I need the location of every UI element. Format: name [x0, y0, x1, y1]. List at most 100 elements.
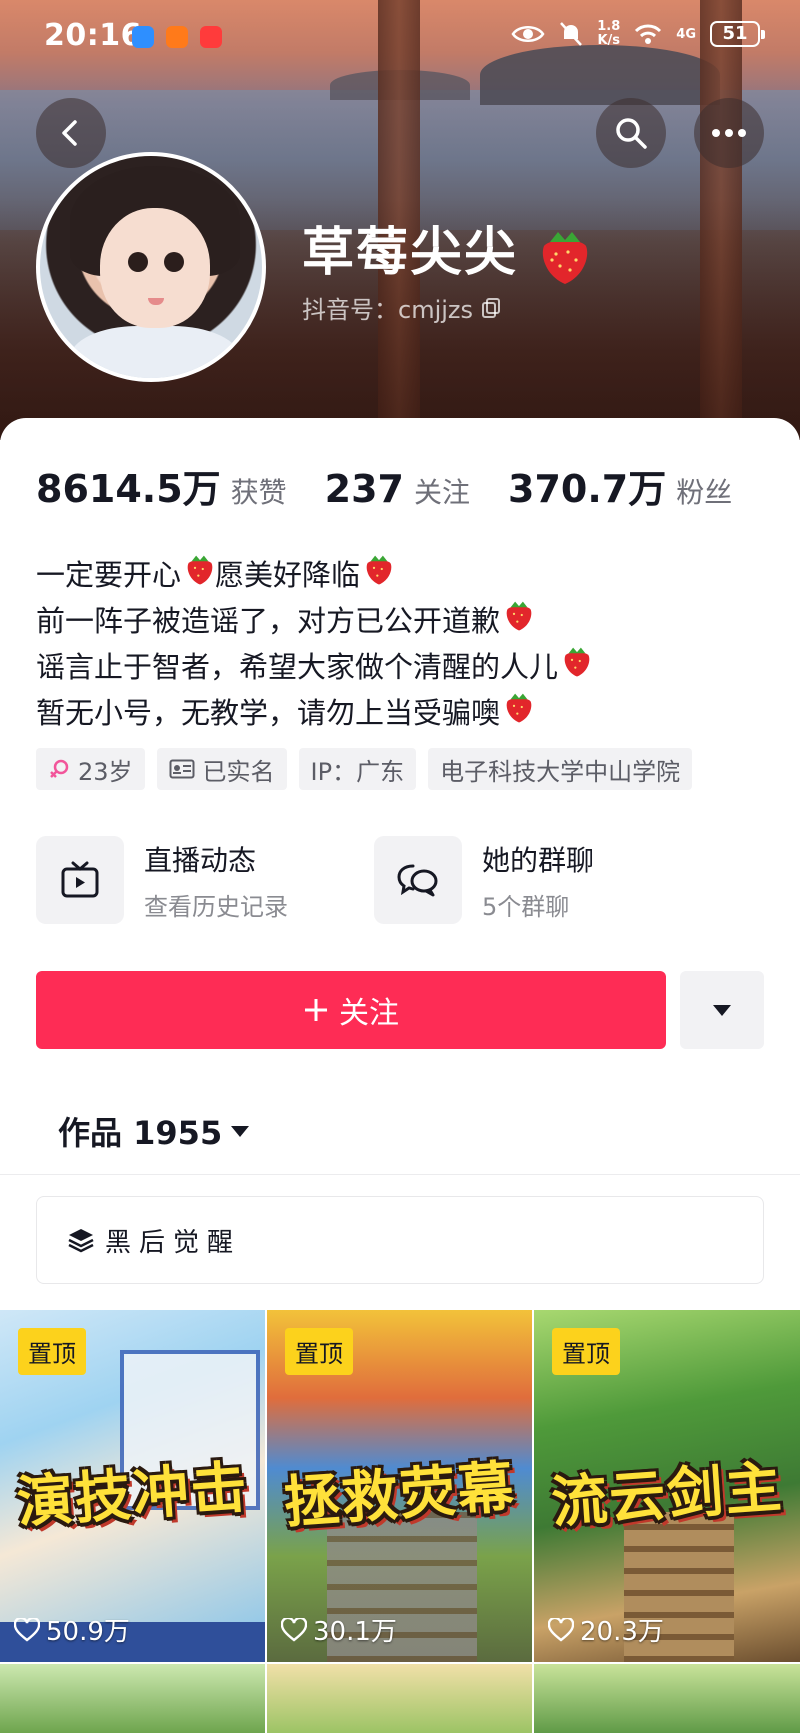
eye-icon — [511, 26, 545, 42]
recommend-dropdown-button[interactable] — [680, 971, 764, 1049]
heart-icon — [548, 1617, 574, 1642]
bio-line: 暂无小号，无教学，请勿上当受骗噢 — [36, 690, 592, 736]
verified-tag: 已实名 — [156, 748, 287, 790]
video-likes-count: 30.1万 — [313, 1617, 397, 1647]
battery-indicator: 51 — [710, 21, 765, 47]
caret-down-icon — [231, 1126, 250, 1137]
chat-bubbles-icon — [397, 864, 438, 897]
douyin-id[interactable]: 抖音号：cmjjzs — [302, 290, 501, 325]
group-subtitle: 5个群聊 — [482, 892, 570, 921]
live-history-entry[interactable]: 直播动态 查看历史记录 — [36, 836, 288, 924]
layers-icon — [68, 1229, 94, 1253]
status-time: 20:16 — [44, 18, 142, 53]
plus-icon — [305, 999, 327, 1021]
video-thumbnail[interactable] — [0, 1664, 265, 1733]
pinned-badge: 置顶 — [285, 1328, 353, 1375]
ip-tag: IP：广东 — [298, 748, 417, 790]
back-button[interactable] — [36, 98, 106, 168]
follow-label: 关注 — [339, 996, 399, 1031]
tab-works[interactable]: 作品 1955 — [58, 1108, 250, 1154]
video-thumbnail[interactable]: 置顶 流云剑主 20.3万 — [534, 1310, 800, 1662]
search-button[interactable] — [596, 98, 666, 168]
douyin-id-text: 抖音号：cmjjzs — [302, 296, 474, 324]
profile-stats: 8614.5万 获赞 237 关注 370.7万 粉丝 — [36, 458, 770, 513]
group-title: 她的群聊 — [482, 843, 595, 877]
video-thumbnail[interactable] — [267, 1664, 532, 1733]
group-icon-box — [374, 836, 462, 924]
strawberry-icon — [542, 232, 588, 284]
id-card-icon — [169, 759, 195, 779]
follow-button[interactable]: 关注 — [36, 971, 666, 1049]
bio-text: 谣言止于智者，希望大家做个清醒的人儿 — [36, 650, 559, 684]
thumbnail-background — [534, 1664, 800, 1733]
profile-card: 8614.5万 获赞 237 关注 370.7万 粉丝 一定要开心 愿美好降临 … — [0, 418, 800, 1733]
notification-app-icon — [132, 26, 154, 48]
video-likes-count: 50.9万 — [46, 1617, 130, 1647]
age-text: 23岁 — [78, 757, 133, 786]
tv-icon — [61, 861, 99, 898]
strawberry-icon — [185, 552, 215, 598]
avatar[interactable] — [36, 152, 266, 382]
pinned-badge: 置顶 — [552, 1328, 620, 1375]
works-tab-label: 作品 1955 — [58, 1114, 223, 1152]
school-tag[interactable]: 电子科技大学中山学院 — [428, 748, 693, 790]
wifi-icon — [635, 24, 662, 44]
video-likes: 20.3万 — [548, 1611, 664, 1648]
collection-label: 黑后觉醒 — [105, 1227, 242, 1258]
video-likes: 50.9万 — [14, 1611, 130, 1648]
video-thumbnail[interactable]: 置顶 拯救荧幕 30.1万 — [267, 1310, 532, 1662]
age-tag: 23岁 — [36, 748, 145, 790]
avatar-eye — [164, 252, 184, 272]
following-label[interactable]: 关注 — [414, 471, 470, 511]
bio-text: 一定要开心 — [36, 558, 182, 592]
nickname: 草莓尖尖 — [302, 210, 592, 286]
collection-entry[interactable]: 黑后觉醒 — [36, 1196, 764, 1284]
bio-line: 谣言止于智者，希望大家做个清醒的人儿 — [36, 644, 592, 690]
thumbnail-background — [267, 1664, 532, 1733]
bio-text: 前一阵子被造谣了，对方已公开道歉 — [36, 604, 501, 638]
video-likes-count: 20.3万 — [580, 1617, 664, 1647]
following-count[interactable]: 237 — [325, 467, 404, 511]
notification-app-icon — [200, 26, 222, 48]
copy-icon[interactable] — [481, 297, 501, 319]
heart-icon — [14, 1617, 40, 1642]
nickname-text: 草莓尖尖 — [302, 223, 519, 283]
female-icon — [50, 759, 69, 778]
bio-line: 一定要开心 愿美好降临 — [36, 552, 592, 598]
live-icon-box — [36, 836, 124, 924]
mute-icon — [560, 22, 583, 46]
notification-app-icon — [166, 26, 188, 48]
avatar-collar — [70, 326, 240, 378]
video-thumbnail[interactable] — [534, 1664, 800, 1733]
more-icon — [712, 129, 746, 137]
strawberry-icon — [364, 552, 394, 598]
more-button[interactable] — [694, 98, 764, 168]
followers-label[interactable]: 粉丝 — [676, 471, 732, 511]
video-thumbnail[interactable]: 置顶 演技冲击 50.9万 — [0, 1310, 265, 1662]
bio-text: 愿美好降临 — [215, 558, 361, 592]
followers-count[interactable]: 370.7万 — [508, 458, 666, 513]
network-speed: 1.8 K/s — [597, 19, 621, 48]
profile-tags: 23岁 已实名 IP：广东 电子科技大学中山学院 — [36, 748, 693, 790]
pinned-badge: 置顶 — [18, 1328, 86, 1375]
video-likes: 30.1万 — [281, 1611, 397, 1648]
avatar-face — [100, 208, 210, 328]
school-text: 电子科技大学中山学院 — [440, 757, 681, 786]
likes-count[interactable]: 8614.5万 — [36, 458, 221, 513]
strawberry-icon — [504, 690, 534, 736]
network-type: 4G — [676, 26, 696, 42]
search-icon — [616, 118, 647, 149]
caret-down-icon — [713, 1005, 731, 1016]
live-title: 直播动态 — [144, 843, 257, 877]
back-icon — [62, 120, 77, 146]
heart-icon — [281, 1617, 307, 1642]
bio-line: 前一阵子被造谣了，对方已公开道歉 — [36, 598, 592, 644]
likes-label[interactable]: 获赞 — [231, 471, 287, 511]
status-bar: 20:16 1.8 K/s 4G 51 — [0, 0, 800, 76]
video-grid: 置顶 演技冲击 50.9万 置顶 拯救荧幕 30.1万 置顶 流云剑主 20.3… — [0, 1310, 800, 1733]
live-subtitle: 查看历史记录 — [144, 892, 288, 921]
ip-text: IP：广东 — [310, 757, 405, 786]
group-chat-entry[interactable]: 她的群聊 5个群聊 — [374, 836, 594, 924]
verified-text: 已实名 — [202, 757, 275, 786]
tab-divider — [0, 1174, 800, 1175]
